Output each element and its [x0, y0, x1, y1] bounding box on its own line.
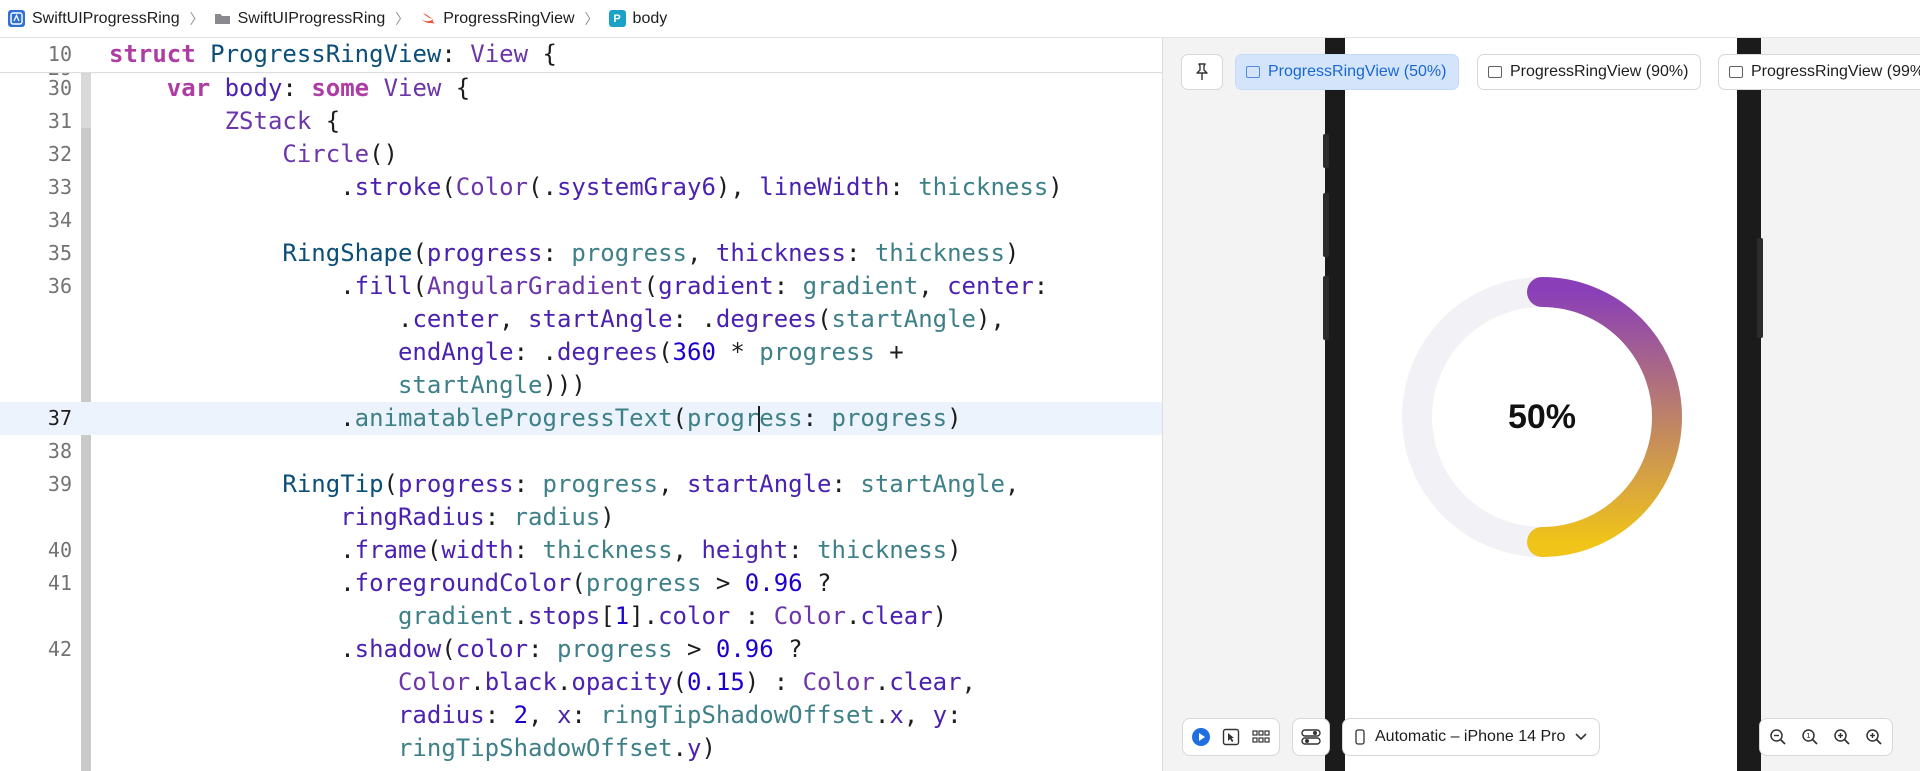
- play-icon: [1192, 728, 1210, 746]
- svg-text:1: 1: [1806, 732, 1810, 740]
- preview-bottom-toolbar: Automatic – iPhone 14 Pro: [1182, 718, 1601, 758]
- property-icon: P: [608, 10, 626, 27]
- folder-icon: [214, 10, 231, 27]
- code-line: .shadow(color: progress > 0.96 ?: [340, 635, 803, 663]
- scope-gutter-inner: [81, 128, 91, 771]
- code-line-current[interactable]: .animatableProgressText(progress: progre…: [109, 402, 962, 435]
- progress-label: 50%: [1507, 397, 1577, 436]
- code-line: RingShape(progress: progress, thickness:…: [282, 239, 1020, 267]
- pin-icon: [1196, 63, 1208, 80]
- code-line: ZStack {: [224, 107, 341, 135]
- chevron-down-icon: [1575, 733, 1587, 741]
- line-number: 42: [47, 637, 72, 661]
- toggles-icon: [1301, 729, 1321, 745]
- chevron-right-icon: 〉: [584, 10, 599, 27]
- code-line-wrap: endAngle: .degrees(360 * progress +: [397, 338, 904, 366]
- preview-tab-label: ProgressRingView (99%): [1751, 63, 1920, 80]
- code-line: RingTip(progress: progress, startAngle: …: [282, 470, 1020, 498]
- breadcrumb-file-label: ProgressRingView: [443, 9, 575, 27]
- preview-tab-90[interactable]: ProgressRingView (90%): [1477, 54, 1702, 90]
- code-editor[interactable]: 10 struct ProgressRingView: View { 29 30…: [0, 38, 1163, 771]
- phone-side-button: [1323, 193, 1329, 257]
- preview-variant-icon: [1729, 66, 1743, 78]
- pointer-icon: [1222, 728, 1240, 746]
- line-number: 30: [47, 76, 72, 100]
- iphone-icon: [1355, 729, 1365, 745]
- zoom-controls: 1: [1759, 718, 1893, 758]
- code-line: Circle(): [282, 140, 398, 168]
- progress-ring: 50%: [1402, 277, 1682, 557]
- code-line-wrap: .center, startAngle: .degrees(startAngle…: [397, 305, 1005, 333]
- preview-tab-label: ProgressRingView (90%): [1510, 63, 1689, 80]
- swift-file-icon: [419, 10, 436, 27]
- zoom-out-icon: [1770, 729, 1786, 745]
- preview-tab-label: ProgressRingView (50%): [1268, 63, 1447, 80]
- code-line-wrap: ringTipShadowOffset.y): [397, 734, 716, 762]
- xcode-project-icon: [8, 10, 25, 27]
- breadcrumb: SwiftUIProgressRing 〉 SwiftUIProgressRin…: [0, 0, 1920, 38]
- code-line: .stroke(Color(.systemGray6), lineWidth: …: [340, 173, 1063, 201]
- code-line-wrap: ringRadius: radius): [340, 503, 615, 531]
- breadcrumb-symbol[interactable]: P body: [608, 9, 668, 28]
- variants-button[interactable]: [1251, 727, 1271, 747]
- line-number: 40: [47, 538, 72, 562]
- preview-tab-99[interactable]: ProgressRingView (99%): [1718, 54, 1920, 90]
- breadcrumb-project[interactable]: SwiftUIProgressRing: [8, 10, 180, 28]
- line-number: 36: [47, 274, 72, 298]
- zoom-out-button[interactable]: [1768, 727, 1788, 747]
- breadcrumb-folder[interactable]: SwiftUIProgressRing: [214, 9, 386, 28]
- device-settings-button[interactable]: [1292, 718, 1330, 756]
- line-number: 32: [47, 142, 72, 166]
- breadcrumb-project-label: SwiftUIProgressRing: [32, 9, 180, 27]
- sticky-scope-header[interactable]: 10 struct ProgressRingView: View {: [0, 38, 1162, 73]
- preview-variant-icon: [1488, 66, 1502, 78]
- code-line: .frame(width: thickness, height: thickne…: [340, 536, 962, 564]
- device-selector-label: Automatic – iPhone 14 Pro: [1375, 728, 1566, 745]
- grid-icon: [1252, 730, 1270, 743]
- code-line-wrap: Color.black.opacity(0.15) : Color.clear,: [397, 668, 976, 696]
- zoom-in-icon: [1834, 729, 1850, 745]
- device-selector[interactable]: Automatic – iPhone 14 Pro: [1342, 718, 1601, 756]
- live-preview-button[interactable]: [1191, 727, 1211, 747]
- preview-variant-icon: [1246, 66, 1260, 78]
- line-number: 31: [47, 109, 72, 133]
- chevron-right-icon: 〉: [189, 10, 204, 27]
- line-number: 41: [47, 571, 72, 595]
- selectable-mode-button[interactable]: [1221, 727, 1241, 747]
- breadcrumb-file[interactable]: ProgressRingView: [419, 9, 575, 28]
- zoom-fit-icon: [1866, 729, 1882, 745]
- breadcrumb-folder-label: SwiftUIProgressRing: [237, 9, 386, 27]
- phone-side-button: [1323, 134, 1329, 168]
- sticky-code-line: struct ProgressRingView: View {: [109, 40, 557, 68]
- line-number: 10: [47, 42, 72, 66]
- zoom-button-group: 1: [1759, 718, 1893, 756]
- line-number: 33: [47, 175, 72, 199]
- code-line-wrap: startAngle))): [397, 371, 586, 399]
- code-line-wrap: radius: 2, x: ringTipShadowOffset.x, y:: [397, 701, 962, 729]
- line-number: 39: [47, 472, 72, 496]
- code-line: .fill(AngularGradient(gradient: gradient…: [340, 272, 1049, 300]
- line-number: 38: [47, 439, 72, 463]
- preview-mode-controls: [1182, 718, 1280, 756]
- zoom-100-icon: 1: [1802, 729, 1818, 745]
- zoom-to-fit-button[interactable]: [1864, 727, 1884, 747]
- code-line: .foregroundColor(progress > 0.96 ?: [340, 569, 832, 597]
- preview-tab-50[interactable]: ProgressRingView (50%): [1235, 54, 1460, 90]
- code-line-wrap: gradient.stops[1].color : Color.clear): [397, 602, 948, 630]
- code-line: var body: some View {: [166, 74, 471, 102]
- zoom-in-button[interactable]: [1832, 727, 1852, 747]
- pin-preview-button[interactable]: [1181, 54, 1223, 90]
- phone-side-button: [1757, 238, 1763, 338]
- breadcrumb-symbol-label: body: [632, 9, 668, 27]
- zoom-actual-size-button[interactable]: 1: [1800, 727, 1820, 747]
- line-number: 35: [47, 241, 72, 265]
- phone-side-button: [1323, 276, 1329, 340]
- line-number: 37: [47, 406, 72, 430]
- line-number: 34: [47, 208, 72, 232]
- chevron-right-icon: 〉: [395, 10, 410, 27]
